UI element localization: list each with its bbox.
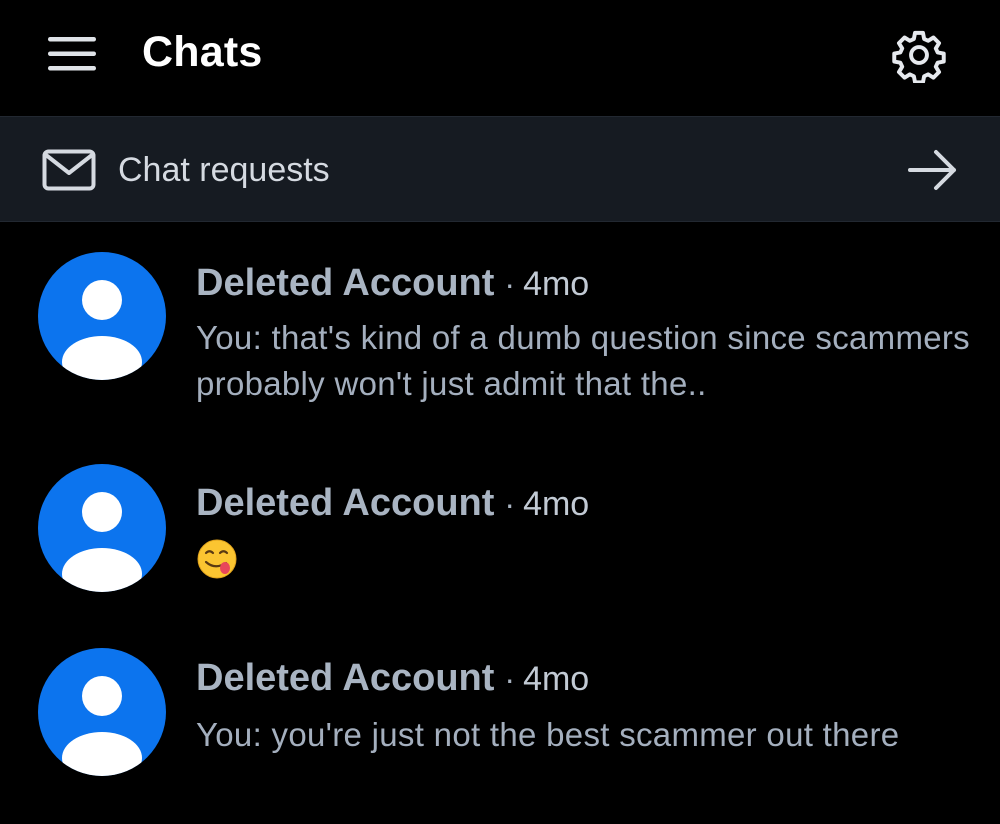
chat-timestamp: 4mo: [523, 660, 590, 698]
separator-dot: ·: [504, 266, 516, 302]
last-message-preview: You: that's kind of a dumb question sinc…: [196, 319, 970, 402]
user-avatar-icon: [62, 676, 142, 776]
last-message-preview: You: you're just not the best scammer ou…: [196, 716, 900, 753]
chat-name: Deleted Account · 4mo: [196, 482, 589, 525]
chat-timestamp: 4mo: [523, 265, 590, 303]
chats-screen: Chats Chat requests Deleted Account · 4mo: [0, 0, 1000, 824]
chat-list-item[interactable]: Deleted Account · 4mo You: that's kind of …: [0, 222, 1000, 430]
avatar: [38, 464, 166, 592]
menu-button[interactable]: [40, 24, 104, 84]
contact-name: Deleted Account: [196, 262, 495, 304]
chat-timestamp: 4mo: [523, 485, 590, 523]
separator-dot: ·: [504, 486, 516, 522]
settings-button[interactable]: [886, 22, 952, 88]
top-app-bar: Chats: [0, 0, 1000, 116]
arrow-right-icon: [908, 150, 956, 190]
chat-list-item[interactable]: Deleted Account · 4mo You: you're just not…: [0, 626, 1000, 824]
chat-name: Deleted Account · 4mo: [196, 657, 589, 700]
contact-name: Deleted Account: [196, 657, 495, 699]
avatar: [38, 648, 166, 776]
chat-list-item[interactable]: Deleted Account · 4mo: [0, 430, 1000, 626]
avatar: [38, 252, 166, 380]
chat-requests-row[interactable]: Chat requests: [0, 116, 1000, 222]
user-avatar-icon: [62, 280, 142, 380]
user-avatar-icon: [62, 492, 142, 592]
chat-name: Deleted Account · 4mo: [196, 262, 589, 305]
page-title: Chats: [142, 28, 263, 76]
gear-icon: [892, 30, 946, 83]
separator-dot: ·: [504, 661, 516, 697]
chat-requests-label: Chat requests: [118, 151, 330, 189]
mail-icon: [42, 149, 96, 191]
face-savoring-food-emoji: [197, 539, 237, 579]
hamburger-menu-icon: [48, 37, 96, 71]
contact-name: Deleted Account: [196, 482, 495, 524]
